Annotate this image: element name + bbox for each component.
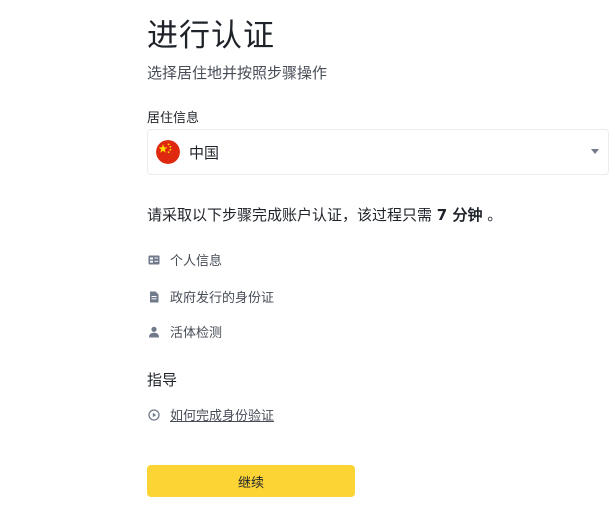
document-icon — [147, 290, 161, 304]
page-title: 进行认证 — [147, 18, 275, 54]
guide-link-label[interactable]: 如何完成身份验证 — [170, 405, 274, 424]
id-card-icon — [147, 253, 161, 267]
china-flag-icon — [156, 140, 180, 164]
step-label: 活体检测 — [170, 326, 223, 341]
residence-selected-value: 中国 — [189, 143, 220, 162]
verification-page: 进行认证 选择居住地并按照步骤操作 居住信息 中国 请采取以下步骤完成账户认证，… — [0, 0, 616, 513]
residence-label: 居住信息 — [147, 111, 200, 126]
instruction-suffix: 。 — [482, 206, 503, 224]
page-subtitle: 选择居住地并按照步骤操作 — [147, 64, 328, 82]
step-liveness-check: 活体检测 — [147, 322, 222, 341]
guide-link[interactable]: 如何完成身份验证 — [147, 405, 274, 424]
instruction-prefix: 请采取以下步骤完成账户认证，该过程只需 — [147, 206, 437, 224]
person-icon — [147, 325, 161, 339]
continue-button[interactable]: 继续 — [147, 465, 355, 497]
step-personal-info: 个人信息 — [147, 250, 222, 269]
step-label: 个人信息 — [170, 254, 223, 269]
step-label: 政府发行的身份证 — [170, 291, 275, 306]
caret-down-icon — [591, 149, 599, 154]
instruction-text: 请采取以下步骤完成账户认证，该过程只需 7 分钟 。 — [147, 204, 502, 225]
residence-select[interactable]: 中国 — [147, 129, 609, 175]
guide-heading: 指导 — [147, 371, 178, 389]
play-circle-icon — [147, 408, 161, 422]
step-government-id: 政府发行的身份证 — [147, 287, 274, 306]
instruction-time: 7 分钟 — [436, 206, 483, 224]
